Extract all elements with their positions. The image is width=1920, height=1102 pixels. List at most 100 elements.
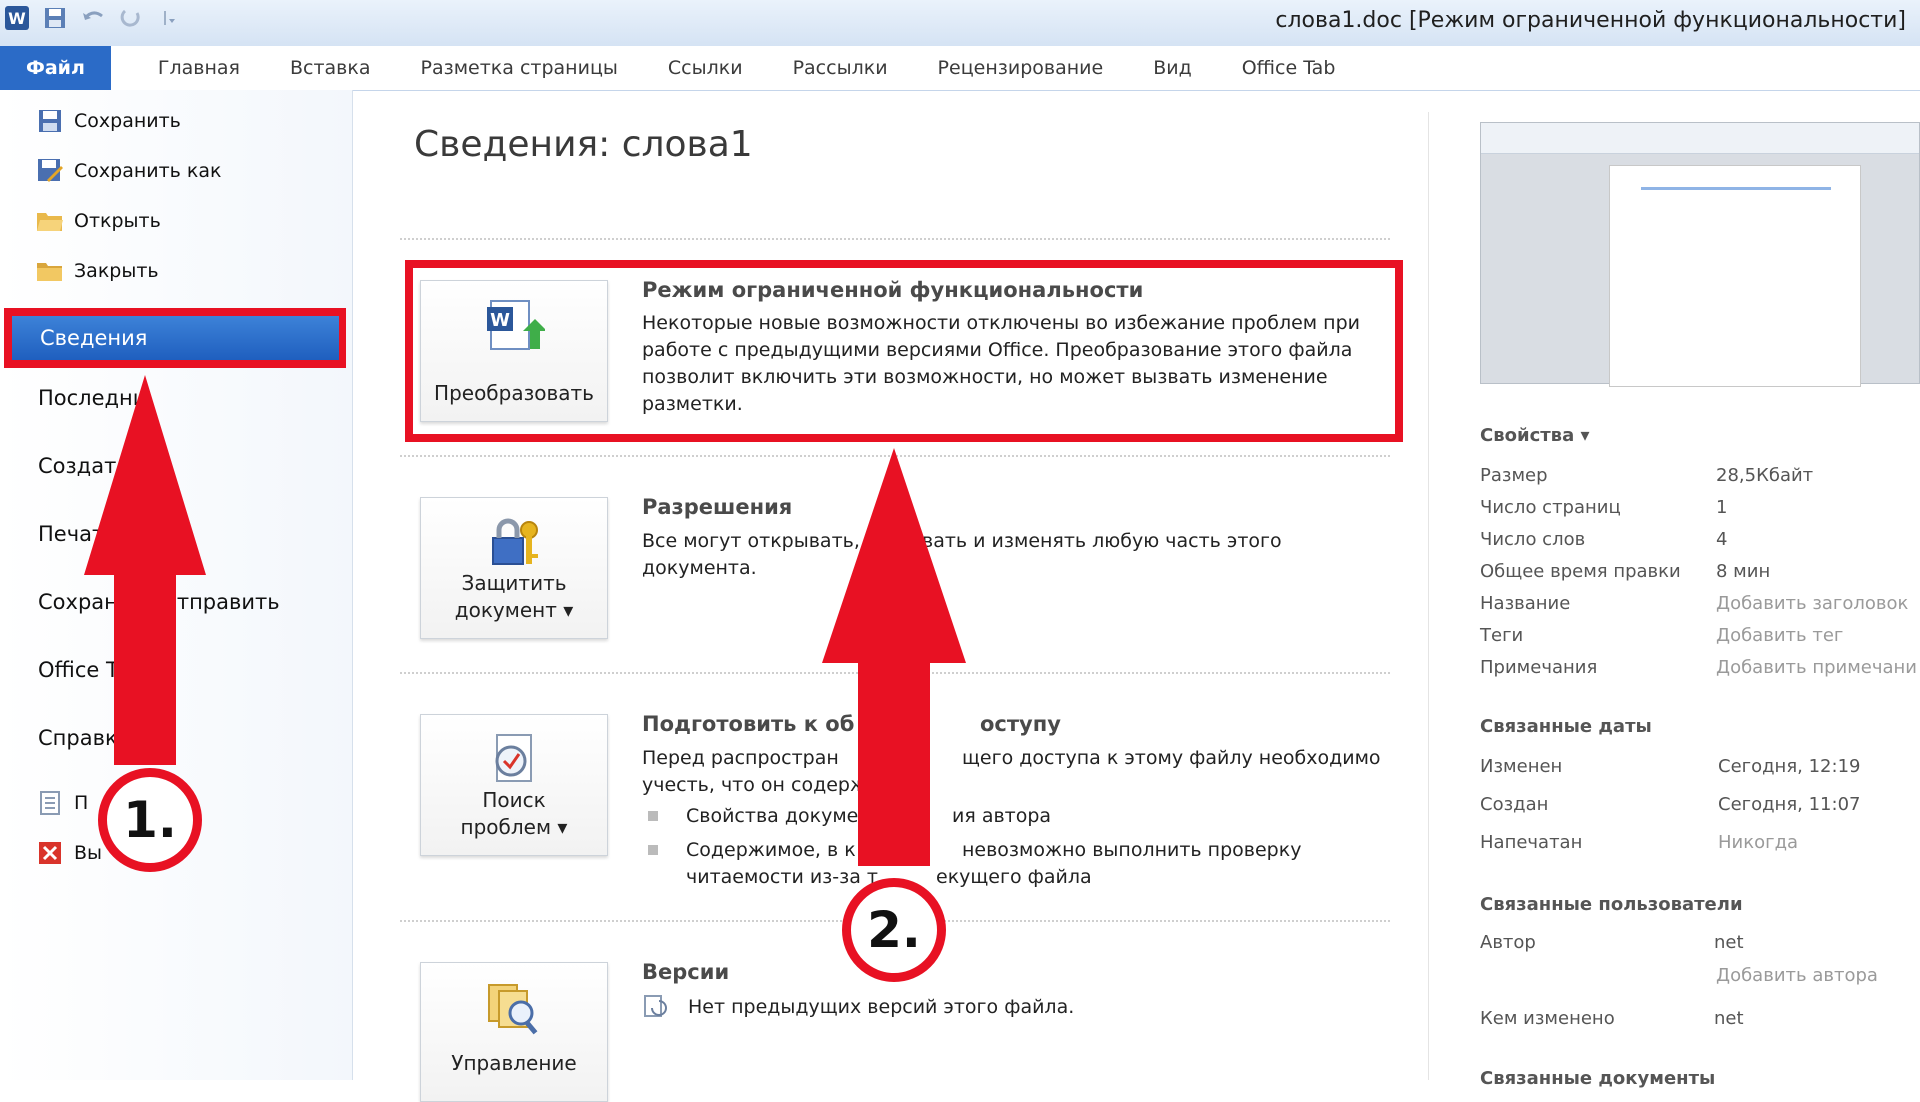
version-doc-icon bbox=[642, 994, 668, 1024]
permissions-title: Разрешения bbox=[642, 495, 793, 519]
prepare-text-a2: щего доступа к этому файлу необходимо bbox=[962, 747, 1381, 769]
prop-title-value[interactable]: Добавить заголовок bbox=[1716, 593, 1908, 614]
author-label: Автор bbox=[1480, 932, 1536, 953]
nav-save-label: Сохранить bbox=[74, 110, 181, 132]
date-modified-value: Сегодня, 12:19 bbox=[1718, 756, 1861, 777]
date-printed-label: Напечатан bbox=[1480, 832, 1583, 853]
prop-comments-label: Примечания bbox=[1480, 657, 1598, 678]
author-value[interactable]: net bbox=[1714, 932, 1744, 953]
check-for-issues-label-2: проблем ▾ bbox=[460, 815, 568, 839]
nav-open-label: Открыть bbox=[74, 210, 161, 232]
date-created-label: Создан bbox=[1480, 794, 1549, 815]
prepare-bullet-2-b: невозможно выполнить проверку bbox=[962, 839, 1302, 861]
preview-ribbon bbox=[1481, 123, 1919, 154]
options-icon bbox=[36, 789, 64, 817]
nav-exit-label: Вы bbox=[74, 842, 103, 864]
close-folder-icon bbox=[36, 257, 64, 285]
title-bar: W слова1.doc [Режим ограниченной функцио… bbox=[0, 0, 1920, 46]
nav-save-as[interactable]: Сохранить как bbox=[36, 154, 222, 188]
prop-words-label: Число слов bbox=[1480, 529, 1586, 550]
step-1-badge: 1. bbox=[98, 768, 202, 872]
modified-by-value: net bbox=[1714, 1008, 1744, 1029]
save-as-icon bbox=[36, 157, 64, 185]
prop-tags-label: Теги bbox=[1480, 625, 1524, 646]
prop-comments-value[interactable]: Добавить примечани bbox=[1716, 657, 1917, 678]
prop-edit-time-label: Общее время правки bbox=[1480, 561, 1681, 582]
tab-home[interactable]: Главная bbox=[133, 46, 265, 90]
bullet-marker bbox=[648, 845, 658, 855]
versions-text: Нет предыдущих версий этого файла. bbox=[688, 996, 1075, 1018]
related-dates-heading: Связанные даты bbox=[1480, 716, 1652, 737]
permissions-text-c: документа. bbox=[642, 557, 757, 579]
tab-mailings[interactable]: Рассылки bbox=[768, 46, 913, 90]
prop-size-value: 28,5Кбайт bbox=[1716, 465, 1814, 486]
add-author-link[interactable]: Добавить автора bbox=[1716, 965, 1878, 986]
panel-divider bbox=[1428, 112, 1429, 1080]
properties-heading[interactable]: Свойства ▾ bbox=[1480, 425, 1590, 446]
arrow-up-icon bbox=[84, 375, 206, 765]
nav-exit[interactable]: Вы bbox=[36, 836, 102, 870]
permissions-text-b: вать и изменять любую часть этого bbox=[922, 530, 1282, 552]
customize-toolbar-icon[interactable] bbox=[156, 5, 182, 31]
prepare-bullet-1-b: ия автора bbox=[952, 805, 1052, 827]
protect-document-button[interactable]: Защитить документ ▾ bbox=[420, 497, 608, 639]
prepare-text-a1: Перед распростран bbox=[642, 747, 839, 769]
tab-office-tab[interactable]: Office Tab bbox=[1217, 46, 1361, 90]
nav-close[interactable]: Закрыть bbox=[36, 254, 159, 288]
prepare-title-b: оступу bbox=[980, 712, 1061, 736]
tab-review[interactable]: Рецензирование bbox=[913, 46, 1129, 90]
manage-versions-label: Управление bbox=[451, 1051, 577, 1075]
tab-page-layout[interactable]: Разметка страницы bbox=[396, 46, 643, 90]
prop-tags-value[interactable]: Добавить тег bbox=[1716, 625, 1843, 646]
nav-options-label: П bbox=[74, 792, 89, 814]
check-for-issues-button[interactable]: Поиск проблем ▾ bbox=[420, 714, 608, 856]
versions-icon bbox=[485, 979, 545, 1043]
save-icon bbox=[36, 107, 64, 135]
save-icon[interactable] bbox=[42, 5, 68, 31]
date-printed-value: Никогда bbox=[1718, 832, 1799, 853]
nav-info-highlight: Сведения bbox=[4, 308, 346, 368]
separator bbox=[400, 238, 1390, 240]
prepare-bullet-2-c: читаемости из-за т bbox=[686, 866, 878, 888]
prop-size-label: Размер bbox=[1480, 465, 1548, 486]
inspect-document-icon bbox=[485, 731, 545, 795]
manage-versions-button[interactable]: Управление bbox=[420, 962, 608, 1102]
tab-insert[interactable]: Вставка bbox=[265, 46, 396, 90]
prepare-bullet-2-d: екущего файла bbox=[936, 866, 1092, 888]
prop-edit-time-value: 8 мин bbox=[1716, 561, 1771, 582]
related-people-heading: Связанные пользователи bbox=[1480, 894, 1743, 915]
nav-close-label: Закрыть bbox=[74, 260, 159, 282]
protect-document-label-2: документ ▾ bbox=[454, 598, 574, 622]
nav-save[interactable]: Сохранить bbox=[36, 104, 181, 138]
prop-pages-label: Число страниц bbox=[1480, 497, 1621, 518]
nav-info[interactable]: Сведения bbox=[12, 316, 339, 360]
highlight-box bbox=[405, 260, 1403, 442]
bullet-marker bbox=[648, 811, 658, 821]
undo-icon[interactable] bbox=[80, 5, 106, 31]
arrow-up-icon bbox=[822, 448, 966, 866]
related-documents-heading: Связанные документы bbox=[1480, 1068, 1716, 1089]
preview-text-line bbox=[1641, 187, 1831, 190]
preview-page bbox=[1609, 165, 1861, 387]
date-created-value: Сегодня, 11:07 bbox=[1718, 794, 1861, 815]
prop-title-label: Название bbox=[1480, 593, 1571, 614]
nav-open[interactable]: Открыть bbox=[36, 204, 161, 238]
versions-title: Версии bbox=[642, 960, 730, 984]
redo-icon[interactable] bbox=[118, 5, 144, 31]
word-logo-icon[interactable]: W bbox=[4, 5, 30, 31]
exit-icon bbox=[36, 839, 64, 867]
lock-key-icon bbox=[485, 514, 545, 578]
document-preview[interactable] bbox=[1480, 122, 1920, 387]
step-2-badge: 2. bbox=[842, 878, 946, 982]
prop-pages-value: 1 bbox=[1716, 497, 1728, 518]
nav-options[interactable]: П bbox=[36, 786, 88, 820]
ribbon-tabs: Файл Главная Вставка Разметка страницы С… bbox=[0, 46, 1920, 91]
nav-save-as-label: Сохранить как bbox=[74, 160, 222, 182]
tab-view[interactable]: Вид bbox=[1128, 46, 1217, 90]
modified-by-label: Кем изменено bbox=[1480, 1008, 1615, 1029]
quick-access-toolbar: W bbox=[4, 5, 182, 31]
tab-file[interactable]: Файл bbox=[0, 46, 111, 90]
date-modified-label: Изменен bbox=[1480, 756, 1563, 777]
tab-references[interactable]: Ссылки bbox=[643, 46, 768, 90]
prop-words-value: 4 bbox=[1716, 529, 1728, 550]
